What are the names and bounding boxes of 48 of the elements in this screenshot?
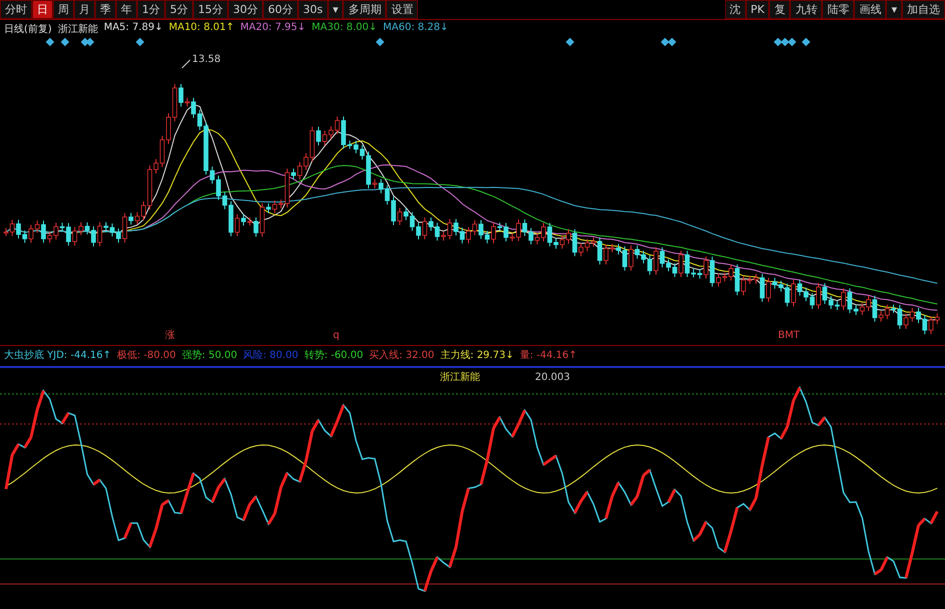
period-tab[interactable]: 30分: [228, 0, 263, 19]
tool-button[interactable]: 陆零: [822, 0, 854, 19]
period-tab[interactable]: 年: [116, 0, 137, 19]
period-tab[interactable]: 30s: [298, 0, 328, 19]
period-tab[interactable]: 15分: [193, 0, 228, 19]
indicator-label: 大虫抄底 YJD: -44.16↑: [4, 348, 112, 362]
indicator-label: 量: -44.16↑: [520, 349, 577, 362]
tool-button[interactable]: ▾: [886, 0, 902, 19]
period-tab[interactable]: 日: [32, 0, 53, 19]
tool-button[interactable]: 画线: [854, 0, 886, 19]
period-tab[interactable]: 设置: [386, 0, 418, 19]
indicator-label: 强势: 50.00: [182, 348, 238, 362]
period-tab[interactable]: 60分: [263, 0, 298, 19]
indicator-label: 买入线: 32.00: [369, 348, 434, 362]
legend-label: MA10: 8.01↑: [168, 22, 234, 35]
signal-marker: 涨: [165, 330, 175, 341]
period-tab[interactable]: 月: [74, 0, 95, 19]
indicator-label: 转势: -60.00: [304, 348, 364, 362]
period-tab[interactable]: 分时: [0, 0, 32, 19]
legend-label: 浙江新能: [58, 22, 98, 36]
tool-button[interactable]: 沈: [724, 0, 746, 19]
signal-diamond-icon: [136, 38, 144, 46]
legend-label: MA5: 7.89↓: [104, 22, 163, 35]
signal-diamond-icon: [566, 38, 574, 46]
period-tab[interactable]: 多周期: [343, 0, 386, 19]
period-tab[interactable]: 周: [53, 0, 74, 19]
tool-button[interactable]: 复: [769, 0, 790, 19]
leader-line: [182, 60, 190, 68]
stock-name-label: 浙江新能: [440, 372, 480, 383]
signal-marker: BMT: [778, 330, 800, 341]
indicator-label: 极低: -80.00: [117, 348, 176, 362]
indicator-label: 风险: 80.00: [243, 349, 298, 362]
tool-button[interactable]: 九转: [790, 0, 822, 19]
legend-label: MA20: 7.95↓: [240, 22, 306, 35]
period-tab[interactable]: 5分: [165, 0, 193, 19]
period-tab[interactable]: ▾: [328, 0, 344, 19]
legend-label: MA30: 8.00↓: [312, 22, 378, 35]
tool-button[interactable]: 加自选: [902, 0, 945, 19]
signal-diamond-icon: [376, 38, 384, 46]
value-label: 20.003: [535, 372, 570, 383]
legend-label: MA60: 8.28↓: [383, 22, 448, 35]
tool-button[interactable]: PK: [746, 0, 770, 19]
legend-label: 日线(前复): [4, 22, 52, 36]
indicator-label: 主力线: 29.73↓: [440, 348, 514, 362]
period-tab[interactable]: 季: [95, 0, 116, 19]
signal-marker: q: [333, 330, 340, 341]
high-price-label: 13.58: [192, 54, 221, 65]
period-tab[interactable]: 1分: [137, 0, 165, 19]
